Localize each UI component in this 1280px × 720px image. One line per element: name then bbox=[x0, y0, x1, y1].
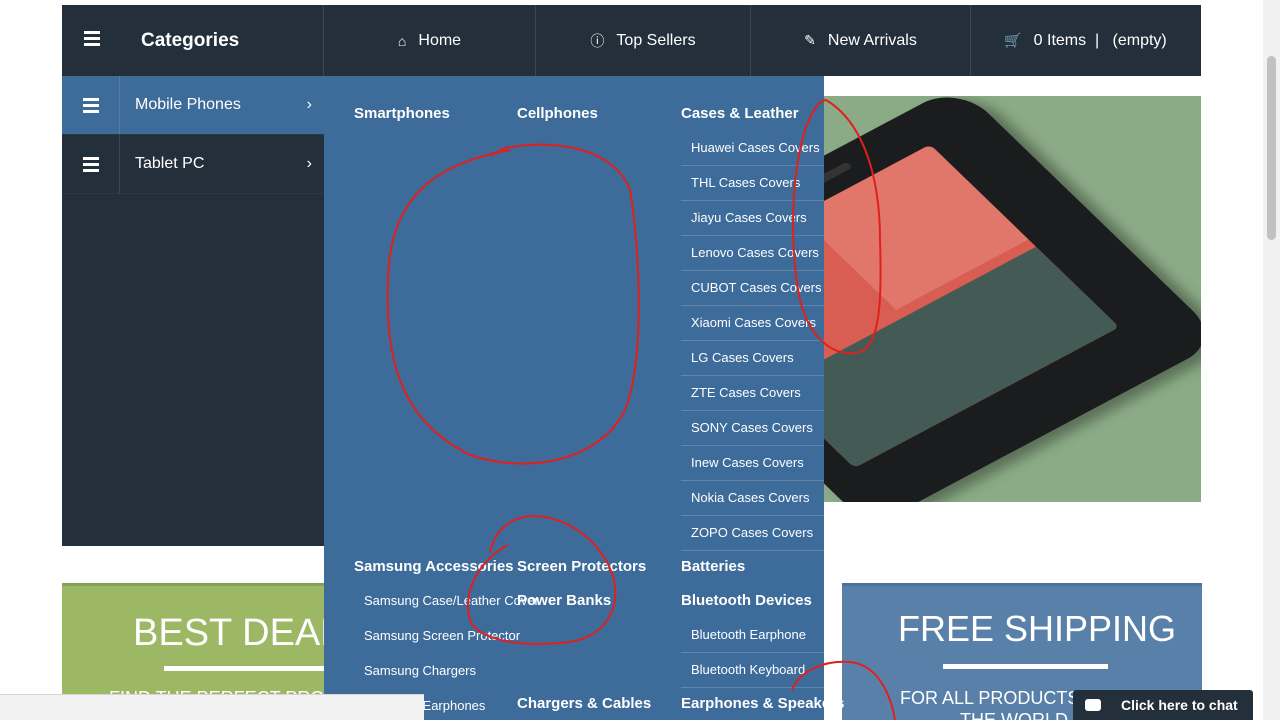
sidebar-item-label: Tablet PC bbox=[135, 155, 205, 172]
menu-heading-earphones-speakers[interactable]: Earphones & Speakers bbox=[681, 695, 844, 712]
submenu-divider bbox=[681, 305, 824, 306]
submenu-link[interactable]: Samsung Screen Protector bbox=[364, 628, 520, 643]
phone-illustration bbox=[824, 96, 1201, 502]
category-sidebar: Mobile Phones › Tablet PC › bbox=[62, 76, 324, 546]
chat-bubble-icon bbox=[1085, 699, 1101, 711]
submenu-divider bbox=[681, 235, 824, 236]
phone-screen bbox=[824, 144, 1120, 468]
submenu-divider bbox=[681, 200, 824, 201]
banner-divider bbox=[943, 664, 1108, 669]
submenu-divider bbox=[681, 270, 824, 271]
nav-cart[interactable]: 🛒 0 Items | (empty) bbox=[971, 5, 1200, 76]
nav-cart-label: 0 Items | (empty) bbox=[1033, 31, 1167, 49]
sidebar-item-tablet-pc[interactable]: Tablet PC › bbox=[62, 135, 324, 194]
nav-top-sellers[interactable]: ⓘ Top Sellers bbox=[536, 5, 751, 76]
menu-heading-samsung-accessories[interactable]: Samsung Accessories bbox=[354, 558, 514, 575]
submenu-link[interactable]: CUBOT Cases Covers bbox=[691, 280, 822, 295]
top-navigation: Categories ⌂ Home ⓘ Top Sellers ✎ New Ar… bbox=[62, 5, 1201, 76]
nav-home-label: Home bbox=[418, 31, 462, 49]
submenu-link[interactable]: Jiayu Cases Covers bbox=[691, 210, 807, 225]
hamburger-icon bbox=[62, 28, 122, 54]
sidebar-item-mobile-phones[interactable]: Mobile Phones › bbox=[62, 76, 324, 135]
menu-heading-screen-protectors[interactable]: Screen Protectors bbox=[517, 558, 646, 575]
submenu-divider bbox=[681, 652, 824, 653]
chat-label: Click here to chat bbox=[1121, 697, 1238, 713]
submenu-divider bbox=[681, 445, 824, 446]
submenu-link[interactable]: Xiaomi Cases Covers bbox=[691, 315, 816, 330]
cart-icon: 🛒 bbox=[1004, 32, 1022, 48]
menu-heading-smartphones[interactable]: Smartphones bbox=[354, 105, 450, 122]
sidebar-item-label: Mobile Phones bbox=[135, 96, 241, 113]
submenu-divider bbox=[681, 687, 824, 688]
banner-divider bbox=[164, 666, 327, 671]
nav-new-arrivals-label: New Arrivals bbox=[827, 31, 917, 49]
nav-home[interactable]: ⌂ Home bbox=[324, 5, 536, 76]
submenu-link[interactable]: Huawei Cases Covers bbox=[691, 140, 820, 155]
submenu-link[interactable]: Samsung Case/Leather Cover bbox=[364, 593, 539, 608]
banner-subtitle: THE WORLD bbox=[960, 710, 1068, 720]
scrollbar-thumb[interactable] bbox=[1267, 56, 1276, 240]
submenu-link[interactable]: THL Cases Covers bbox=[691, 175, 800, 190]
mega-menu: Smartphones Cellphones Cases & Leather H… bbox=[324, 76, 844, 720]
hero-phone-image[interactable] bbox=[824, 96, 1201, 502]
submenu-link[interactable]: Samsung Chargers bbox=[364, 663, 476, 678]
edit-icon: ✎ bbox=[804, 32, 816, 48]
submenu-link[interactable]: ZTE Cases Covers bbox=[691, 385, 801, 400]
menu-heading-cellphones[interactable]: Cellphones bbox=[517, 105, 598, 122]
home-icon: ⌂ bbox=[397, 32, 407, 49]
submenu-link[interactable]: Inew Cases Covers bbox=[691, 455, 804, 470]
menu-heading-batteries[interactable]: Batteries bbox=[681, 558, 745, 575]
menu-heading-cases-leather[interactable]: Cases & Leather bbox=[681, 105, 799, 122]
categories-header[interactable]: Categories bbox=[62, 5, 324, 76]
categories-title: Categories bbox=[141, 29, 240, 51]
submenu-link[interactable]: Lenovo Cases Covers bbox=[691, 245, 819, 260]
submenu-divider bbox=[681, 480, 824, 481]
bottom-bar bbox=[0, 694, 424, 720]
nav-top-sellers-label: Top Sellers bbox=[616, 31, 696, 49]
submenu-divider bbox=[681, 410, 824, 411]
submenu-link[interactable]: SONY Cases Covers bbox=[691, 420, 813, 435]
nav-new-arrivals[interactable]: ✎ New Arrivals bbox=[751, 5, 971, 76]
hamburger-icon bbox=[62, 135, 120, 193]
submenu-link[interactable]: Bluetooth Earphone bbox=[691, 627, 806, 642]
submenu-divider bbox=[681, 550, 824, 551]
submenu-divider bbox=[681, 340, 824, 341]
submenu-divider bbox=[681, 375, 824, 376]
info-icon: ⓘ bbox=[590, 32, 605, 49]
submenu-divider bbox=[681, 165, 824, 166]
submenu-divider bbox=[681, 515, 824, 516]
menu-heading-power-banks[interactable]: Power Banks bbox=[517, 592, 611, 609]
hamburger-icon bbox=[62, 76, 120, 134]
banner-title: FREE SHIPPING bbox=[898, 608, 1177, 649]
submenu-link[interactable]: Bluetooth Keyboard bbox=[691, 662, 805, 677]
page-scrollbar[interactable] bbox=[1263, 0, 1280, 720]
chevron-right-icon: › bbox=[306, 96, 312, 113]
menu-heading-bluetooth-devices[interactable]: Bluetooth Devices bbox=[681, 592, 812, 609]
menu-heading-chargers-cables[interactable]: Chargers & Cables bbox=[517, 695, 651, 712]
chevron-right-icon: › bbox=[306, 155, 312, 172]
banner-title: BEST DEAL bbox=[133, 612, 327, 654]
submenu-link[interactable]: Nokia Cases Covers bbox=[691, 490, 810, 505]
submenu-link[interactable]: LG Cases Covers bbox=[691, 350, 794, 365]
submenu-link[interactable]: ZOPO Cases Covers bbox=[691, 525, 813, 540]
chat-widget[interactable]: Click here to chat bbox=[1073, 690, 1253, 720]
